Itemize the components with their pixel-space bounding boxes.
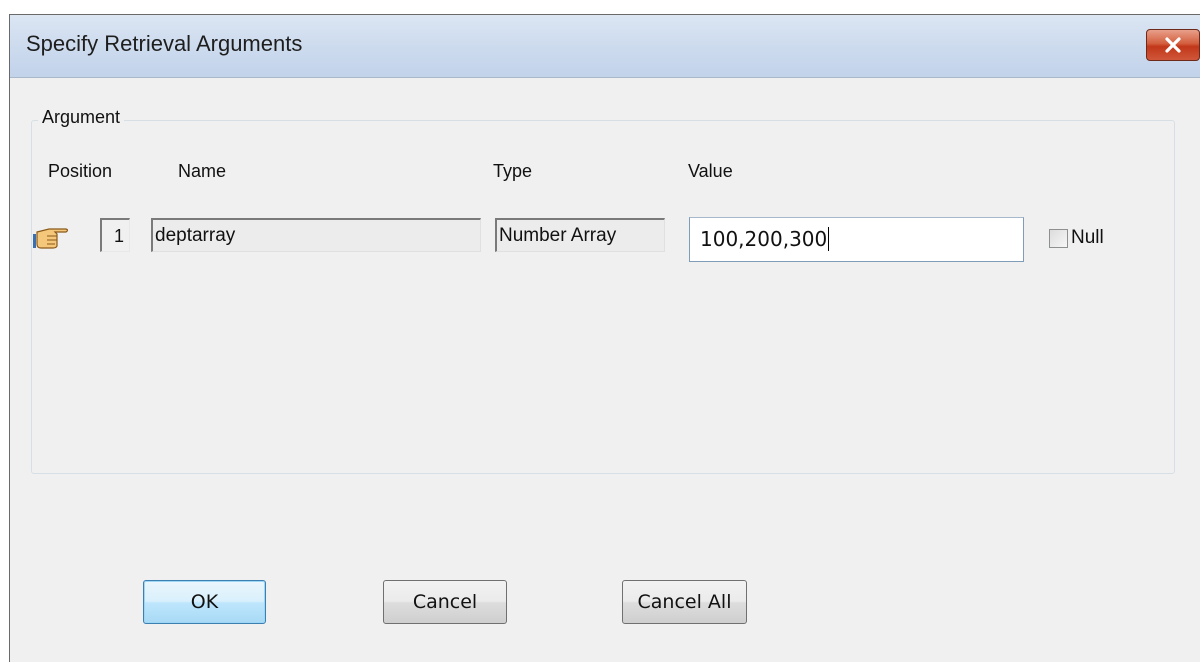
pointing-hand-icon — [33, 228, 69, 249]
null-checkbox[interactable] — [1049, 229, 1068, 248]
dialog-window: Specify Retrieval Arguments Argument Pos… — [9, 14, 1200, 662]
dialog-content: Argument Position Name Type Value 1 dept… — [10, 77, 1200, 662]
close-icon — [1165, 37, 1181, 53]
ok-button[interactable]: OK — [143, 580, 266, 624]
name-field: deptarray — [151, 218, 481, 252]
type-field: Number Array — [495, 218, 665, 252]
cancel-button[interactable]: Cancel — [383, 580, 507, 624]
value-input[interactable]: 100,200,300 — [689, 217, 1024, 262]
argument-group-label: Argument — [38, 107, 125, 128]
text-caret — [828, 227, 830, 251]
column-header-type: Type — [493, 161, 533, 181]
column-header-value: Value — [688, 161, 733, 181]
position-field: 1 — [100, 218, 130, 252]
close-button[interactable] — [1146, 29, 1200, 61]
dialog-title: Specify Retrieval Arguments — [26, 31, 303, 56]
column-header-name: Name — [178, 161, 227, 181]
title-bar[interactable]: Specify Retrieval Arguments — [10, 15, 1200, 78]
value-text: 100,200,300 — [700, 227, 828, 251]
cancel-all-button[interactable]: Cancel All — [622, 580, 747, 624]
column-header-position: Position — [48, 161, 113, 181]
null-checkbox-label[interactable]: Null — [1071, 227, 1104, 249]
